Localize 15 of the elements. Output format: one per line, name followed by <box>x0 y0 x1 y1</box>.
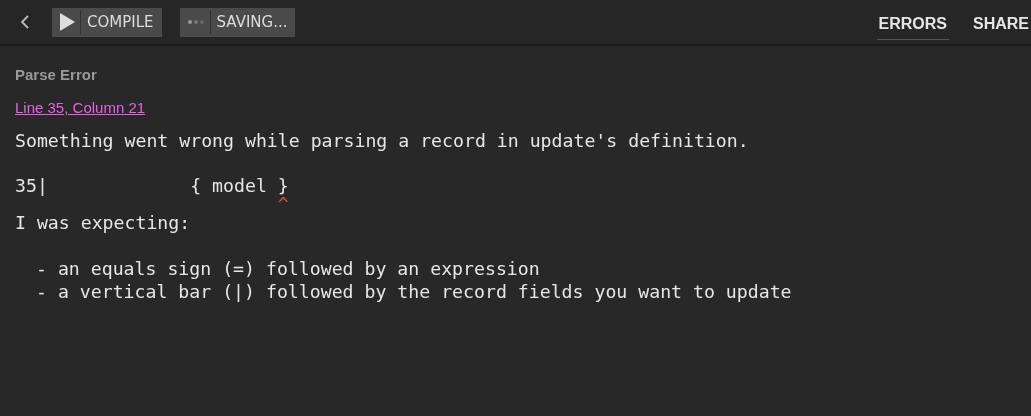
error-message: Something went wrong while parsing a record in update's definition. <box>15 129 749 152</box>
back-icon[interactable] <box>20 14 30 30</box>
tab[interactable]: ERRORS <box>876 12 949 40</box>
loading-dots-icon <box>187 20 204 24</box>
code-line: 35| { model } <box>15 174 289 197</box>
expecting-text: I was expecting: <box>15 211 191 234</box>
compile-button[interactable]: COMPILE <box>52 7 162 37</box>
expected-option: - an equals sign (=) followed by an expression <box>15 257 540 280</box>
error-title: Parse Error <box>15 66 98 83</box>
error-location-link[interactable]: Line 35, Column 21 <box>15 99 146 116</box>
tab[interactable]: SHARE <box>971 12 1031 40</box>
error-caret: ^ <box>276 197 289 211</box>
play-icon <box>58 12 76 32</box>
saving-button[interactable]: SAVING... <box>179 7 296 37</box>
expected-option: - a vertical bar (|) followed by the record fields you want to update <box>15 280 792 303</box>
